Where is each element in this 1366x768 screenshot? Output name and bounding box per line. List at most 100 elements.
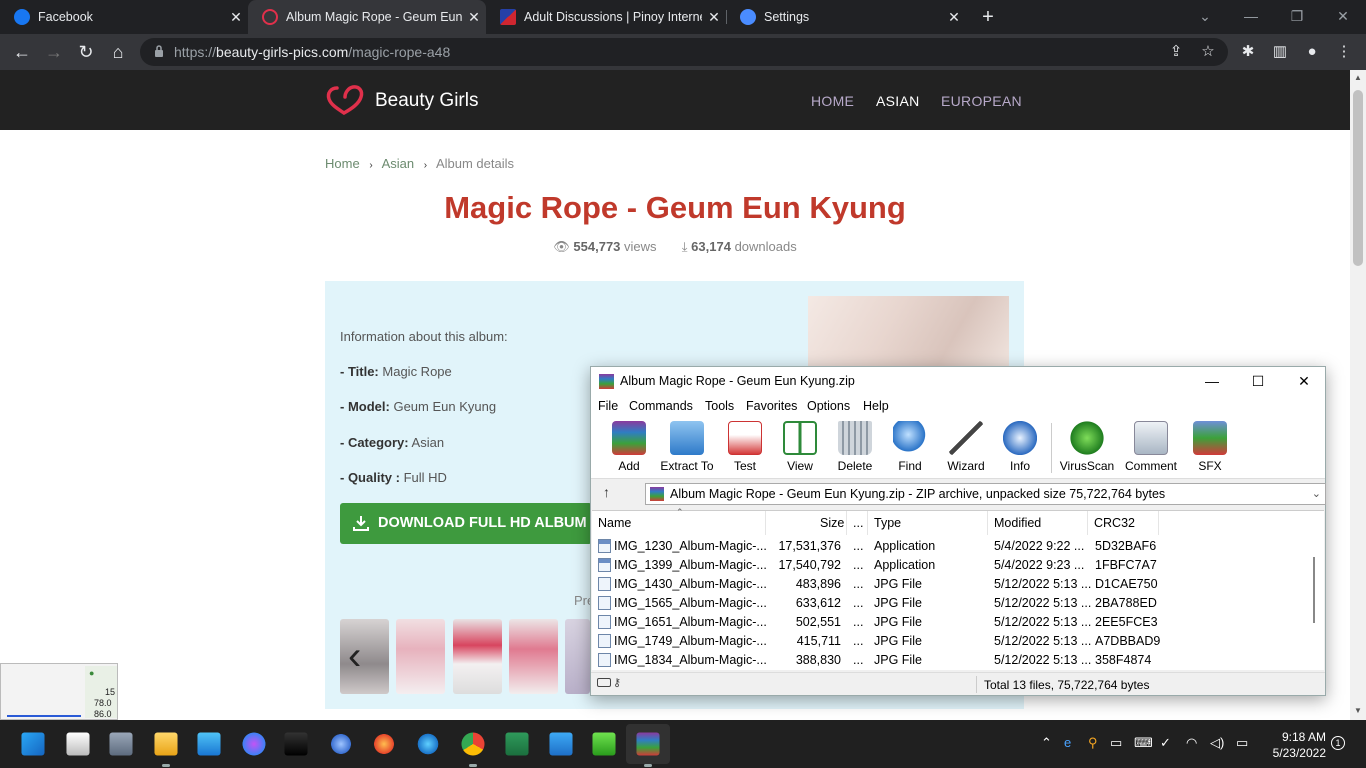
nav-home[interactable]: HOME — [811, 93, 854, 109]
scroll-down-arrow-icon[interactable]: ▼ — [1354, 706, 1362, 715]
back-icon[interactable]: ← — [8, 38, 36, 66]
side-panel-icon[interactable]: ▥ — [1266, 38, 1294, 66]
column-separator[interactable] — [1158, 511, 1159, 535]
preview-thumbnail[interactable] — [565, 619, 590, 694]
edge-tray-icon[interactable]: e — [1064, 735, 1071, 750]
bookmark-star-icon[interactable]: ☆ — [1194, 38, 1222, 66]
terminal-icon[interactable] — [284, 732, 308, 756]
extensions-icon[interactable]: ✱ — [1234, 38, 1262, 66]
scroll-up-arrow-icon[interactable]: ▲ — [1354, 73, 1362, 82]
file-row[interactable]: IMG_1399_Album-Magic-... 17,540,792... App… — [592, 556, 1310, 575]
beauty-girls-logo-icon[interactable] — [325, 82, 371, 118]
add-button[interactable]: Add — [601, 421, 657, 473]
xampp-icon[interactable] — [592, 732, 616, 756]
battery-icon[interactable]: ▭ — [1236, 735, 1248, 751]
close-icon[interactable]: ✕ — [224, 9, 248, 26]
virusscan-button[interactable]: VirusScan — [1059, 421, 1115, 473]
system-monitor-widget[interactable]: ● 15 78.0 86.0 — [0, 663, 118, 720]
tab-facebook[interactable]: Facebook ✕ — [0, 0, 248, 34]
notepad-icon[interactable] — [549, 732, 573, 756]
extract-to-button[interactable]: Extract To — [658, 421, 716, 473]
column-type[interactable]: Type — [874, 516, 901, 530]
chrome-icon[interactable] — [461, 732, 485, 756]
close-icon[interactable]: ✕ — [462, 9, 486, 26]
site-logo-text[interactable]: Beauty Girls — [375, 90, 478, 112]
breadcrumb-asian[interactable]: Asian — [382, 156, 415, 171]
column-separator[interactable] — [1087, 511, 1088, 535]
column-crc32[interactable]: CRC32 — [1094, 516, 1135, 530]
menu-tools[interactable]: Tools — [705, 399, 734, 413]
camera-icon[interactable] — [109, 732, 133, 756]
winrar-title-bar[interactable]: Album Magic Rope - Geum Eun Kyung.zip — … — [591, 367, 1325, 395]
forward-icon[interactable]: → — [40, 38, 68, 66]
chevron-up-icon[interactable]: ⌃ — [1041, 735, 1052, 751]
find-button[interactable]: Find — [882, 421, 938, 473]
minimize-icon[interactable]: — — [1228, 0, 1274, 34]
excel-icon[interactable] — [505, 732, 529, 756]
chevron-down-icon[interactable]: ⌄ — [1312, 484, 1321, 504]
address-bar[interactable]: https://beauty-girls-pics.com/magic-rope… — [140, 38, 1228, 66]
messenger-icon[interactable] — [242, 732, 266, 756]
comment-button[interactable]: Comment — [1123, 421, 1179, 473]
column-size[interactable]: Size — [820, 516, 844, 530]
profile-icon[interactable]: ● — [1298, 38, 1326, 66]
reload-icon[interactable]: ↻ — [72, 38, 100, 66]
info-button[interactable]: Info — [992, 421, 1048, 473]
file-row[interactable]: IMG_1749_Album-Magic-... 415,711... JPG Fi… — [592, 632, 1310, 651]
file-list-scrollbar-thumb[interactable] — [1313, 557, 1315, 623]
column-separator[interactable] — [765, 511, 766, 535]
settings-icon[interactable] — [329, 732, 353, 756]
preview-thumbnail[interactable] — [453, 619, 502, 694]
previous-arrow-icon[interactable]: ‹ — [348, 636, 361, 676]
file-row[interactable]: IMG_1651_Album-Magic-... 502,551... JPG Fi… — [592, 613, 1310, 632]
menu-commands[interactable]: Commands — [629, 399, 693, 413]
close-window-icon[interactable]: ✕ — [1320, 0, 1366, 34]
start-icon[interactable] — [21, 732, 45, 756]
taskbar-clock[interactable]: 9:18 AM 5/23/2022 — [1262, 729, 1326, 761]
menu-help[interactable]: Help — [863, 399, 889, 413]
tab-adult-discussions[interactable]: Adult Discussions | Pinoy Interne ✕ — [486, 0, 726, 34]
album-cover-image[interactable] — [808, 296, 1009, 368]
keyboard-tray-icon[interactable]: ⌨ — [1134, 735, 1153, 751]
close-icon[interactable]: ✕ — [1281, 367, 1327, 395]
lock-icon[interactable] — [154, 44, 164, 58]
file-explorer-icon[interactable] — [154, 732, 178, 756]
file-row[interactable]: IMG_1230_Album-Magic-... 17,531,376... App… — [592, 537, 1310, 556]
nav-asian[interactable]: ASIAN — [876, 93, 920, 109]
pen-tray-icon[interactable]: ✓ — [1160, 735, 1171, 751]
column-packed[interactable]: ... — [853, 516, 863, 530]
tab-search-icon[interactable]: ⌄ — [1182, 0, 1228, 34]
nav-european[interactable]: EUROPEAN — [941, 93, 1022, 109]
new-tab-button[interactable]: + — [976, 5, 1000, 29]
menu-options[interactable]: Options — [807, 399, 850, 413]
minimize-icon[interactable]: — — [1189, 367, 1235, 395]
page-scrollbar-thumb[interactable] — [1353, 90, 1363, 266]
tab-settings[interactable]: Settings ✕ — [726, 0, 966, 34]
volume-icon[interactable]: ◁) — [1210, 735, 1224, 751]
menu-file[interactable]: File — [598, 399, 618, 413]
menu-favorites[interactable]: Favorites — [746, 399, 797, 413]
archive-path-dropdown[interactable]: Album Magic Rope - Geum Eun Kyung.zip - … — [645, 483, 1326, 505]
column-modified[interactable]: Modified — [994, 516, 1041, 530]
preview-thumbnail[interactable] — [509, 619, 558, 694]
share-icon[interactable]: ⇪ — [1162, 38, 1190, 66]
tab-album-magic-rope[interactable]: Album Magic Rope - Geum Eun K ✕ — [248, 0, 486, 34]
wizard-button[interactable]: Wizard — [938, 421, 994, 473]
download-album-button[interactable]: DOWNLOAD FULL HD ALBUM — [340, 503, 592, 544]
maximize-icon[interactable]: ☐ — [1235, 367, 1281, 395]
close-icon[interactable]: ✕ — [942, 9, 966, 26]
up-one-level-icon[interactable]: ↑ — [603, 484, 610, 500]
menu-icon[interactable]: ⋮ — [1330, 38, 1358, 66]
store-icon[interactable] — [197, 732, 221, 756]
delete-button[interactable]: Delete — [827, 421, 883, 473]
task-view-icon[interactable] — [66, 732, 90, 756]
restore-icon[interactable]: ❐ — [1274, 0, 1320, 34]
sfx-button[interactable]: SFX — [1182, 421, 1238, 473]
wifi-icon[interactable]: ◠ — [1186, 735, 1197, 751]
breadcrumb-home[interactable]: Home — [325, 156, 360, 171]
display-tray-icon[interactable]: ▭ — [1110, 735, 1122, 751]
test-button[interactable]: Test — [717, 421, 773, 473]
home-icon[interactable]: ⌂ — [104, 38, 132, 66]
file-list-scrollbar[interactable] — [1306, 537, 1322, 671]
search-tray-icon[interactable]: ⚲ — [1088, 735, 1098, 751]
